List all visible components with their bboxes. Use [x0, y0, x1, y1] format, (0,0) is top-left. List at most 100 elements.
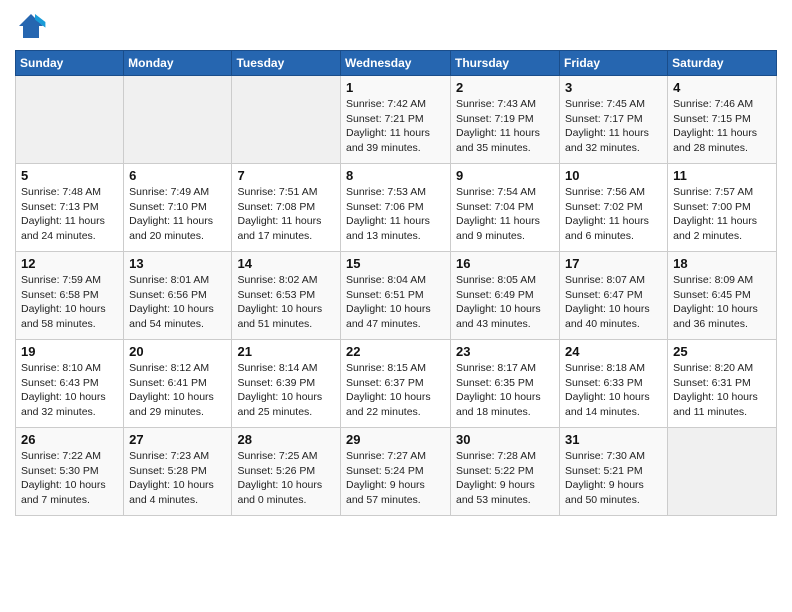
day-number: 2	[456, 80, 554, 95]
day-info: Sunrise: 8:04 AMSunset: 6:51 PMDaylight:…	[346, 273, 445, 332]
calendar-cell: 29 Sunrise: 7:27 AMSunset: 5:24 PMDayligh…	[341, 428, 451, 516]
calendar-cell: 30 Sunrise: 7:28 AMSunset: 5:22 PMDayligh…	[451, 428, 560, 516]
calendar-week-3: 12 Sunrise: 7:59 AMSunset: 6:58 PMDayligh…	[16, 252, 777, 340]
calendar-cell: 20 Sunrise: 8:12 AMSunset: 6:41 PMDayligh…	[124, 340, 232, 428]
col-header-thursday: Thursday	[451, 51, 560, 76]
col-header-sunday: Sunday	[16, 51, 124, 76]
day-info: Sunrise: 7:53 AMSunset: 7:06 PMDaylight:…	[346, 185, 445, 244]
calendar-cell: 5Sunrise: 7:48 AMSunset: 7:13 PMDaylight…	[16, 164, 124, 252]
calendar-cell: 16 Sunrise: 8:05 AMSunset: 6:49 PMDayligh…	[451, 252, 560, 340]
day-number: 1	[346, 80, 445, 95]
day-number: 25	[673, 344, 771, 359]
day-info: Sunrise: 8:20 AMSunset: 6:31 PMDaylight:…	[673, 361, 771, 420]
calendar-cell	[16, 76, 124, 164]
day-info: Sunrise: 7:48 AMSunset: 7:13 PMDaylight:…	[21, 185, 118, 244]
calendar-cell: 8 Sunrise: 7:53 AMSunset: 7:06 PMDaylight…	[341, 164, 451, 252]
day-number: 29	[346, 432, 445, 447]
calendar-cell: 14 Sunrise: 8:02 AMSunset: 6:53 PMDayligh…	[232, 252, 341, 340]
calendar-cell	[668, 428, 777, 516]
day-number: 18	[673, 256, 771, 271]
day-info: Sunrise: 7:42 AMSunset: 7:21 PMDaylight:…	[346, 97, 445, 156]
day-info: Sunrise: 8:02 AMSunset: 6:53 PMDaylight:…	[237, 273, 335, 332]
col-header-friday: Friday	[560, 51, 668, 76]
day-number: 11	[673, 168, 771, 183]
day-number: 23	[456, 344, 554, 359]
day-number: 30	[456, 432, 554, 447]
day-info: Sunrise: 7:51 AMSunset: 7:08 PMDaylight:…	[237, 185, 335, 244]
day-number: 10	[565, 168, 662, 183]
day-info: Sunrise: 7:49 AMSunset: 7:10 PMDaylight:…	[129, 185, 226, 244]
day-number: 26	[21, 432, 118, 447]
header	[15, 10, 777, 42]
calendar-cell	[124, 76, 232, 164]
day-number: 8	[346, 168, 445, 183]
day-info: Sunrise: 8:17 AMSunset: 6:35 PMDaylight:…	[456, 361, 554, 420]
day-number: 28	[237, 432, 335, 447]
calendar-week-2: 5Sunrise: 7:48 AMSunset: 7:13 PMDaylight…	[16, 164, 777, 252]
day-number: 22	[346, 344, 445, 359]
day-info: Sunrise: 7:59 AMSunset: 6:58 PMDaylight:…	[21, 273, 118, 332]
day-info: Sunrise: 8:14 AMSunset: 6:39 PMDaylight:…	[237, 361, 335, 420]
calendar-cell: 4Sunrise: 7:46 AMSunset: 7:15 PMDaylight…	[668, 76, 777, 164]
day-number: 27	[129, 432, 226, 447]
calendar-cell: 3Sunrise: 7:45 AMSunset: 7:17 PMDaylight…	[560, 76, 668, 164]
day-number: 16	[456, 256, 554, 271]
day-info: Sunrise: 8:05 AMSunset: 6:49 PMDaylight:…	[456, 273, 554, 332]
calendar-week-4: 19 Sunrise: 8:10 AMSunset: 6:43 PMDayligh…	[16, 340, 777, 428]
calendar-cell: 27 Sunrise: 7:23 AMSunset: 5:28 PMDayligh…	[124, 428, 232, 516]
col-header-wednesday: Wednesday	[341, 51, 451, 76]
calendar-cell: 11 Sunrise: 7:57 AMSunset: 7:00 PMDayligh…	[668, 164, 777, 252]
day-info: Sunrise: 7:43 AMSunset: 7:19 PMDaylight:…	[456, 97, 554, 156]
calendar-cell: 13Sunrise: 8:01 AMSunset: 6:56 PMDayligh…	[124, 252, 232, 340]
calendar-cell: 1 Sunrise: 7:42 AMSunset: 7:21 PMDaylight…	[341, 76, 451, 164]
calendar-cell: 28Sunrise: 7:25 AMSunset: 5:26 PMDayligh…	[232, 428, 341, 516]
col-header-tuesday: Tuesday	[232, 51, 341, 76]
day-number: 31	[565, 432, 662, 447]
calendar-cell: 12 Sunrise: 7:59 AMSunset: 6:58 PMDayligh…	[16, 252, 124, 340]
day-info: Sunrise: 7:27 AMSunset: 5:24 PMDaylight:…	[346, 449, 445, 508]
col-header-monday: Monday	[124, 51, 232, 76]
day-number: 21	[237, 344, 335, 359]
calendar-cell: 2 Sunrise: 7:43 AMSunset: 7:19 PMDaylight…	[451, 76, 560, 164]
day-number: 20	[129, 344, 226, 359]
calendar-cell: 15Sunrise: 8:04 AMSunset: 6:51 PMDayligh…	[341, 252, 451, 340]
day-number: 14	[237, 256, 335, 271]
day-info: Sunrise: 8:15 AMSunset: 6:37 PMDaylight:…	[346, 361, 445, 420]
day-info: Sunrise: 8:07 AMSunset: 6:47 PMDaylight:…	[565, 273, 662, 332]
day-info: Sunrise: 7:28 AMSunset: 5:22 PMDaylight:…	[456, 449, 554, 508]
day-info: Sunrise: 7:54 AMSunset: 7:04 PMDaylight:…	[456, 185, 554, 244]
calendar-cell: 17 Sunrise: 8:07 AMSunset: 6:47 PMDayligh…	[560, 252, 668, 340]
calendar-cell: 24 Sunrise: 8:18 AMSunset: 6:33 PMDayligh…	[560, 340, 668, 428]
calendar-table: SundayMondayTuesdayWednesdayThursdayFrid…	[15, 50, 777, 516]
logo	[15, 10, 49, 42]
calendar-cell: 22 Sunrise: 8:15 AMSunset: 6:37 PMDayligh…	[341, 340, 451, 428]
day-number: 12	[21, 256, 118, 271]
calendar-cell: 25 Sunrise: 8:20 AMSunset: 6:31 PMDayligh…	[668, 340, 777, 428]
day-info: Sunrise: 8:10 AMSunset: 6:43 PMDaylight:…	[21, 361, 118, 420]
day-number: 6	[129, 168, 226, 183]
day-number: 19	[21, 344, 118, 359]
col-header-saturday: Saturday	[668, 51, 777, 76]
calendar-cell: 21 Sunrise: 8:14 AMSunset: 6:39 PMDayligh…	[232, 340, 341, 428]
calendar-cell: 26 Sunrise: 7:22 AMSunset: 5:30 PMDayligh…	[16, 428, 124, 516]
day-info: Sunrise: 8:18 AMSunset: 6:33 PMDaylight:…	[565, 361, 662, 420]
day-info: Sunrise: 7:22 AMSunset: 5:30 PMDaylight:…	[21, 449, 118, 508]
day-info: Sunrise: 7:23 AMSunset: 5:28 PMDaylight:…	[129, 449, 226, 508]
day-info: Sunrise: 7:57 AMSunset: 7:00 PMDaylight:…	[673, 185, 771, 244]
day-number: 24	[565, 344, 662, 359]
calendar-cell: 6 Sunrise: 7:49 AMSunset: 7:10 PMDaylight…	[124, 164, 232, 252]
calendar-header-row: SundayMondayTuesdayWednesdayThursdayFrid…	[16, 51, 777, 76]
day-number: 7	[237, 168, 335, 183]
day-info: Sunrise: 8:01 AMSunset: 6:56 PMDaylight:…	[129, 273, 226, 332]
day-number: 17	[565, 256, 662, 271]
day-info: Sunrise: 7:46 AMSunset: 7:15 PMDaylight:…	[673, 97, 771, 156]
calendar-cell: 7 Sunrise: 7:51 AMSunset: 7:08 PMDaylight…	[232, 164, 341, 252]
calendar-week-5: 26 Sunrise: 7:22 AMSunset: 5:30 PMDayligh…	[16, 428, 777, 516]
day-info: Sunrise: 8:12 AMSunset: 6:41 PMDaylight:…	[129, 361, 226, 420]
calendar-week-1: 1 Sunrise: 7:42 AMSunset: 7:21 PMDaylight…	[16, 76, 777, 164]
day-info: Sunrise: 7:56 AMSunset: 7:02 PMDaylight:…	[565, 185, 662, 244]
page: SundayMondayTuesdayWednesdayThursdayFrid…	[0, 0, 792, 612]
calendar-cell	[232, 76, 341, 164]
day-info: Sunrise: 8:09 AMSunset: 6:45 PMDaylight:…	[673, 273, 771, 332]
calendar-cell: 18 Sunrise: 8:09 AMSunset: 6:45 PMDayligh…	[668, 252, 777, 340]
